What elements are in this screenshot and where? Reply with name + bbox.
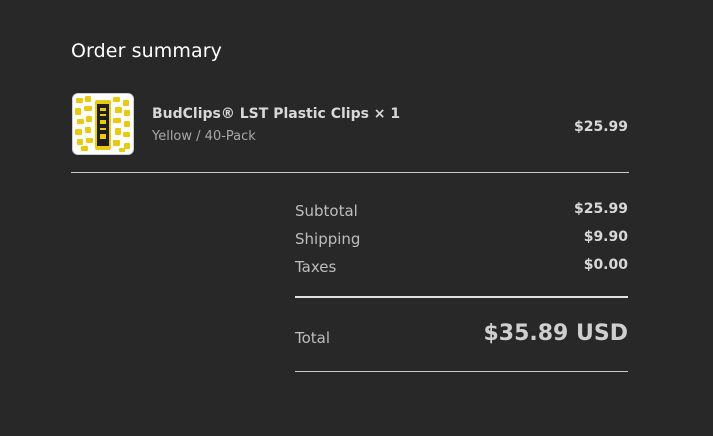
order-summary-title: Order summary <box>71 40 222 62</box>
line-item: BudClips® LST Plastic Clips × 1 Yellow /… <box>72 93 628 157</box>
shipping-row: Shipping $9.90 <box>295 226 628 254</box>
total-row: Total $35.89 USD <box>295 320 628 356</box>
taxes-label: Taxes <box>295 258 337 276</box>
shipping-value: $9.90 <box>583 229 628 245</box>
order-summary-panel: Order summary BudClips® LST Plastic Clip… <box>0 0 713 436</box>
shipping-label: Shipping <box>295 230 361 248</box>
taxes-row: Taxes $0.00 <box>295 254 628 282</box>
subtotal-label: Subtotal <box>295 202 358 220</box>
total-label: Total <box>295 329 331 347</box>
totals-section: Subtotal $25.99 Shipping $9.90 Taxes $0.… <box>295 198 628 282</box>
product-variant: Yellow / 40-Pack <box>152 129 256 144</box>
product-name: BudClips® LST Plastic Clips × 1 <box>152 106 401 122</box>
divider <box>71 172 629 173</box>
taxes-value: $0.00 <box>583 257 628 273</box>
totals-divider <box>295 296 628 298</box>
total-value: $35.89 USD <box>483 321 628 346</box>
product-thumbnail-image <box>72 93 134 155</box>
subtotal-value: $25.99 <box>573 201 628 217</box>
bottom-divider <box>295 371 628 372</box>
product-price: $25.99 <box>573 119 628 135</box>
clips-image-icon <box>73 94 133 154</box>
subtotal-row: Subtotal $25.99 <box>295 198 628 226</box>
